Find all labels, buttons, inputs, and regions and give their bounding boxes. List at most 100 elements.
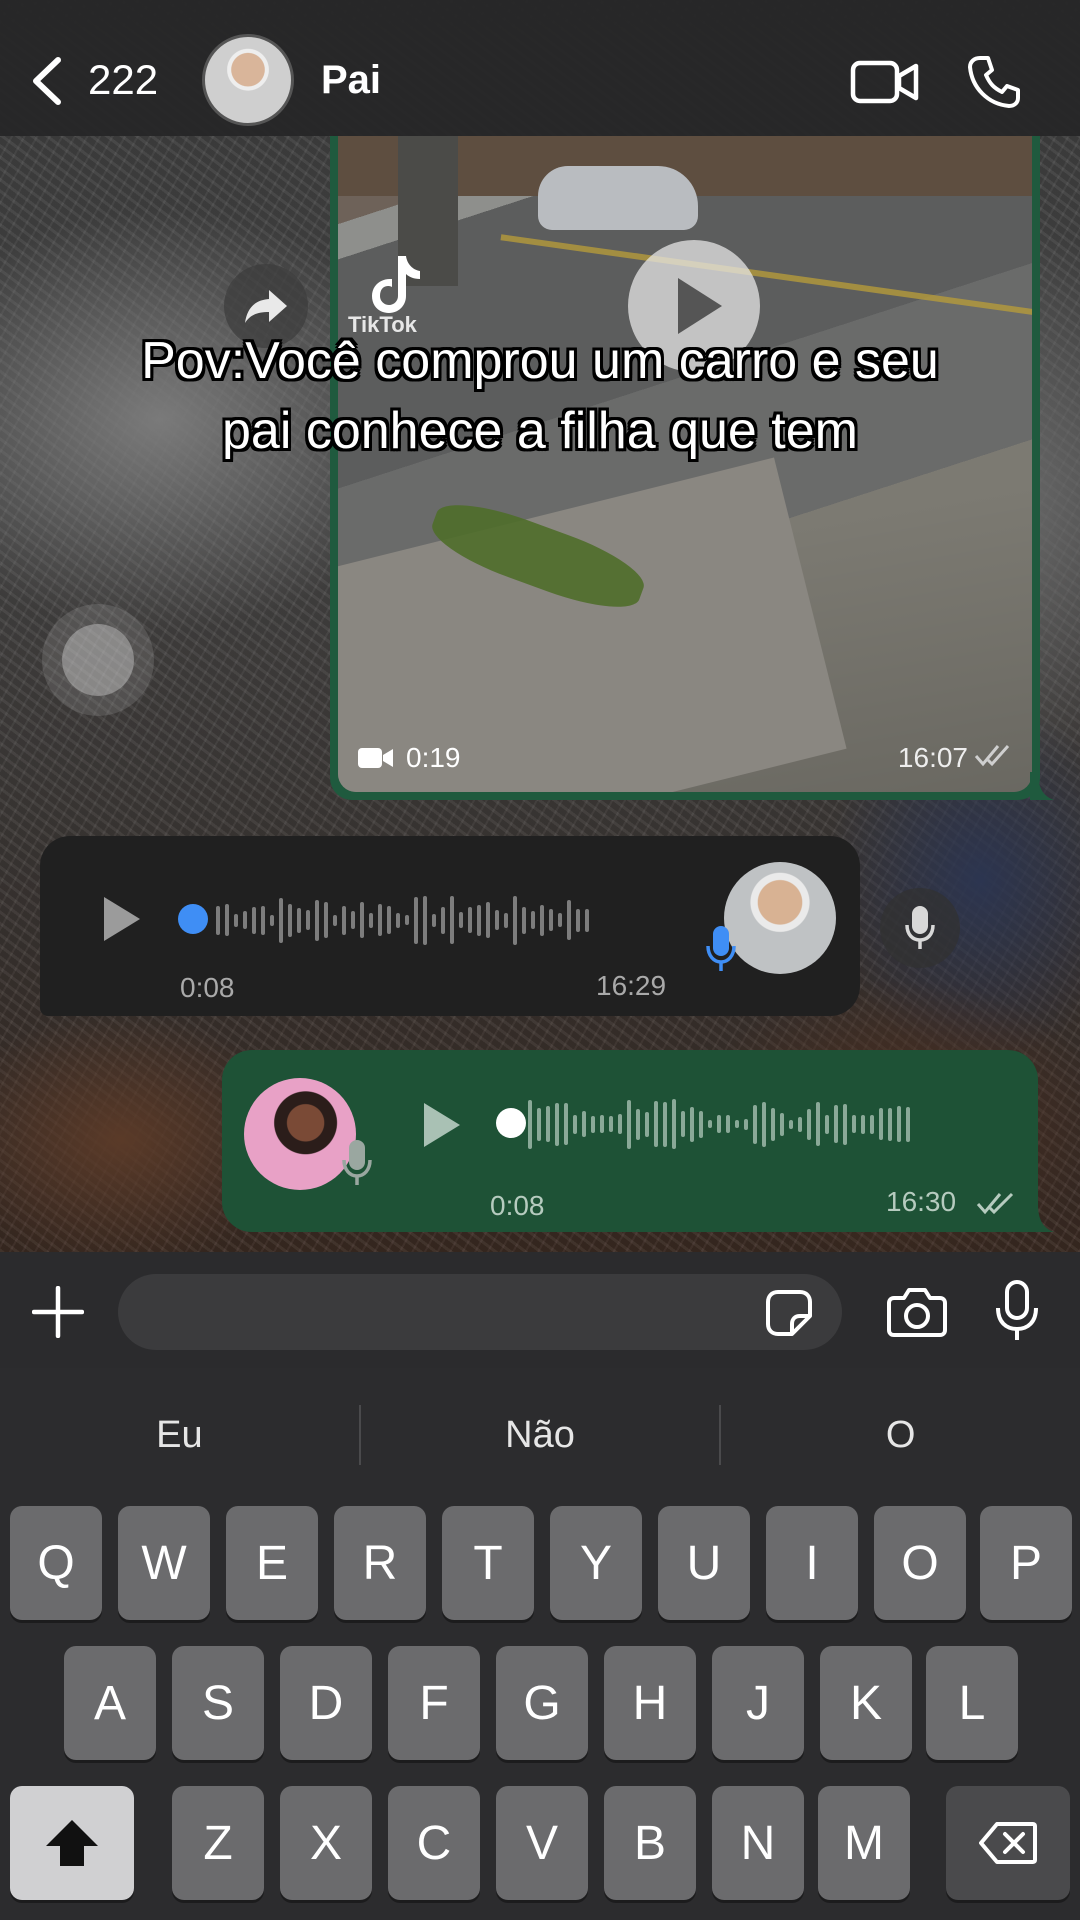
suggestion-item[interactable]: Não bbox=[361, 1414, 720, 1457]
assistive-touch-button[interactable] bbox=[62, 624, 134, 696]
key-z[interactable]: Z bbox=[172, 1786, 264, 1900]
audio-scrubber[interactable] bbox=[178, 904, 208, 934]
backspace-key[interactable] bbox=[946, 1786, 1070, 1900]
microphone-icon bbox=[342, 1140, 372, 1185]
suggestion-item[interactable]: Eu bbox=[0, 1414, 359, 1457]
waveform-bar bbox=[540, 904, 544, 936]
key-w[interactable]: W bbox=[118, 1506, 210, 1620]
key-b[interactable]: B bbox=[604, 1786, 696, 1900]
plus-icon[interactable] bbox=[32, 1286, 84, 1338]
waveform-bar bbox=[459, 912, 463, 928]
waveform-bar bbox=[753, 1104, 757, 1144]
key-v[interactable]: V bbox=[496, 1786, 588, 1900]
contact-avatar[interactable] bbox=[202, 34, 294, 126]
waveform-bar bbox=[360, 902, 364, 938]
chevron-left-icon[interactable] bbox=[30, 56, 64, 106]
waveform-bar bbox=[852, 1115, 856, 1133]
microphone-icon[interactable] bbox=[994, 1280, 1040, 1342]
waveform-bar bbox=[654, 1101, 658, 1147]
waveform-bar bbox=[351, 911, 355, 929]
waveform-bar bbox=[261, 905, 265, 935]
forward-arrow-icon bbox=[245, 290, 287, 323]
key-i[interactable]: I bbox=[766, 1506, 858, 1620]
video-duration: 0:19 bbox=[358, 742, 461, 774]
waveform-bar bbox=[522, 906, 526, 934]
waveform-bar bbox=[717, 1115, 721, 1133]
contact-name[interactable]: Pai bbox=[321, 58, 381, 103]
waveform-bar bbox=[897, 1106, 901, 1142]
key-r[interactable]: R bbox=[334, 1506, 426, 1620]
unread-count[interactable]: 222 bbox=[88, 56, 158, 104]
waveform-bar bbox=[555, 1102, 559, 1146]
message-timestamp: 16:29 bbox=[596, 970, 667, 1001]
waveform-bar bbox=[396, 912, 400, 928]
key-o[interactable]: O bbox=[874, 1506, 966, 1620]
key-e[interactable]: E bbox=[226, 1506, 318, 1620]
audio-waveform[interactable] bbox=[528, 1094, 910, 1154]
waveform-bar bbox=[807, 1108, 811, 1140]
video-message[interactable]: TikTok 0:19 16:07 bbox=[330, 136, 1040, 800]
waveform-bar bbox=[870, 1114, 874, 1134]
key-s[interactable]: S bbox=[172, 1646, 264, 1760]
suggestion-bar: Eu Não O bbox=[0, 1368, 1080, 1502]
waveform-bar bbox=[432, 913, 436, 927]
waveform-bar bbox=[252, 906, 256, 934]
waveform-bar bbox=[576, 908, 580, 932]
outgoing-voice-message[interactable]: 0:08 16:30 bbox=[222, 1050, 1038, 1232]
waveform-bar bbox=[306, 910, 310, 930]
waveform-bar bbox=[450, 896, 454, 944]
waveform-bar bbox=[585, 908, 589, 932]
waveform-bar bbox=[528, 1099, 532, 1149]
waveform-bar bbox=[609, 1116, 613, 1132]
key-x[interactable]: X bbox=[280, 1786, 372, 1900]
sender-avatar bbox=[724, 862, 836, 974]
microphone-icon bbox=[905, 906, 935, 949]
waveform-bar bbox=[879, 1108, 883, 1140]
key-n[interactable]: N bbox=[712, 1786, 804, 1900]
key-q[interactable]: Q bbox=[10, 1506, 102, 1620]
waveform-bar bbox=[681, 1111, 685, 1137]
waveform-bar bbox=[369, 912, 373, 928]
waveform-bar bbox=[297, 907, 301, 933]
play-icon[interactable] bbox=[100, 894, 144, 944]
audio-scrubber[interactable] bbox=[496, 1108, 526, 1138]
key-k[interactable]: K bbox=[820, 1646, 912, 1760]
waveform-bar bbox=[342, 905, 346, 935]
waveform-bar bbox=[405, 915, 409, 925]
waveform-bar bbox=[315, 899, 319, 941]
chat-header: 222 Pai bbox=[0, 0, 1080, 136]
key-g[interactable]: G bbox=[496, 1646, 588, 1760]
bubble-tail bbox=[1030, 1204, 1054, 1232]
key-j[interactable]: J bbox=[712, 1646, 804, 1760]
shift-key[interactable] bbox=[10, 1786, 134, 1900]
message-input[interactable] bbox=[118, 1274, 842, 1350]
keyboard: Eu Não O Q W E R T Y U I O P A S D F G H… bbox=[0, 1368, 1080, 1920]
incoming-voice-message[interactable]: 0:08 16:29 bbox=[40, 836, 860, 1016]
key-y[interactable]: Y bbox=[550, 1506, 642, 1620]
phone-icon[interactable] bbox=[966, 54, 1022, 110]
waveform-bar bbox=[414, 896, 418, 944]
key-d[interactable]: D bbox=[280, 1646, 372, 1760]
key-f[interactable]: F bbox=[388, 1646, 480, 1760]
key-c[interactable]: C bbox=[388, 1786, 480, 1900]
sticker-icon[interactable] bbox=[764, 1288, 814, 1338]
camera-icon[interactable] bbox=[886, 1286, 948, 1338]
suggestion-item[interactable]: O bbox=[721, 1414, 1080, 1457]
waveform-bar bbox=[537, 1107, 541, 1141]
key-t[interactable]: T bbox=[442, 1506, 534, 1620]
video-camera-icon[interactable] bbox=[850, 58, 920, 106]
audio-duration: 0:08 bbox=[490, 1190, 545, 1221]
waveform-bar bbox=[816, 1102, 820, 1146]
key-p[interactable]: P bbox=[980, 1506, 1072, 1620]
key-u[interactable]: U bbox=[658, 1506, 750, 1620]
waveform-bar bbox=[600, 1115, 604, 1133]
voice-reply-button[interactable] bbox=[880, 888, 960, 968]
key-a[interactable]: A bbox=[64, 1646, 156, 1760]
key-h[interactable]: H bbox=[604, 1646, 696, 1760]
key-m[interactable]: M bbox=[818, 1786, 910, 1900]
audio-waveform[interactable] bbox=[216, 890, 589, 950]
key-l[interactable]: L bbox=[926, 1646, 1018, 1760]
bubble-tail bbox=[1030, 772, 1054, 800]
waveform-bar bbox=[744, 1118, 748, 1130]
play-icon[interactable] bbox=[420, 1100, 464, 1150]
